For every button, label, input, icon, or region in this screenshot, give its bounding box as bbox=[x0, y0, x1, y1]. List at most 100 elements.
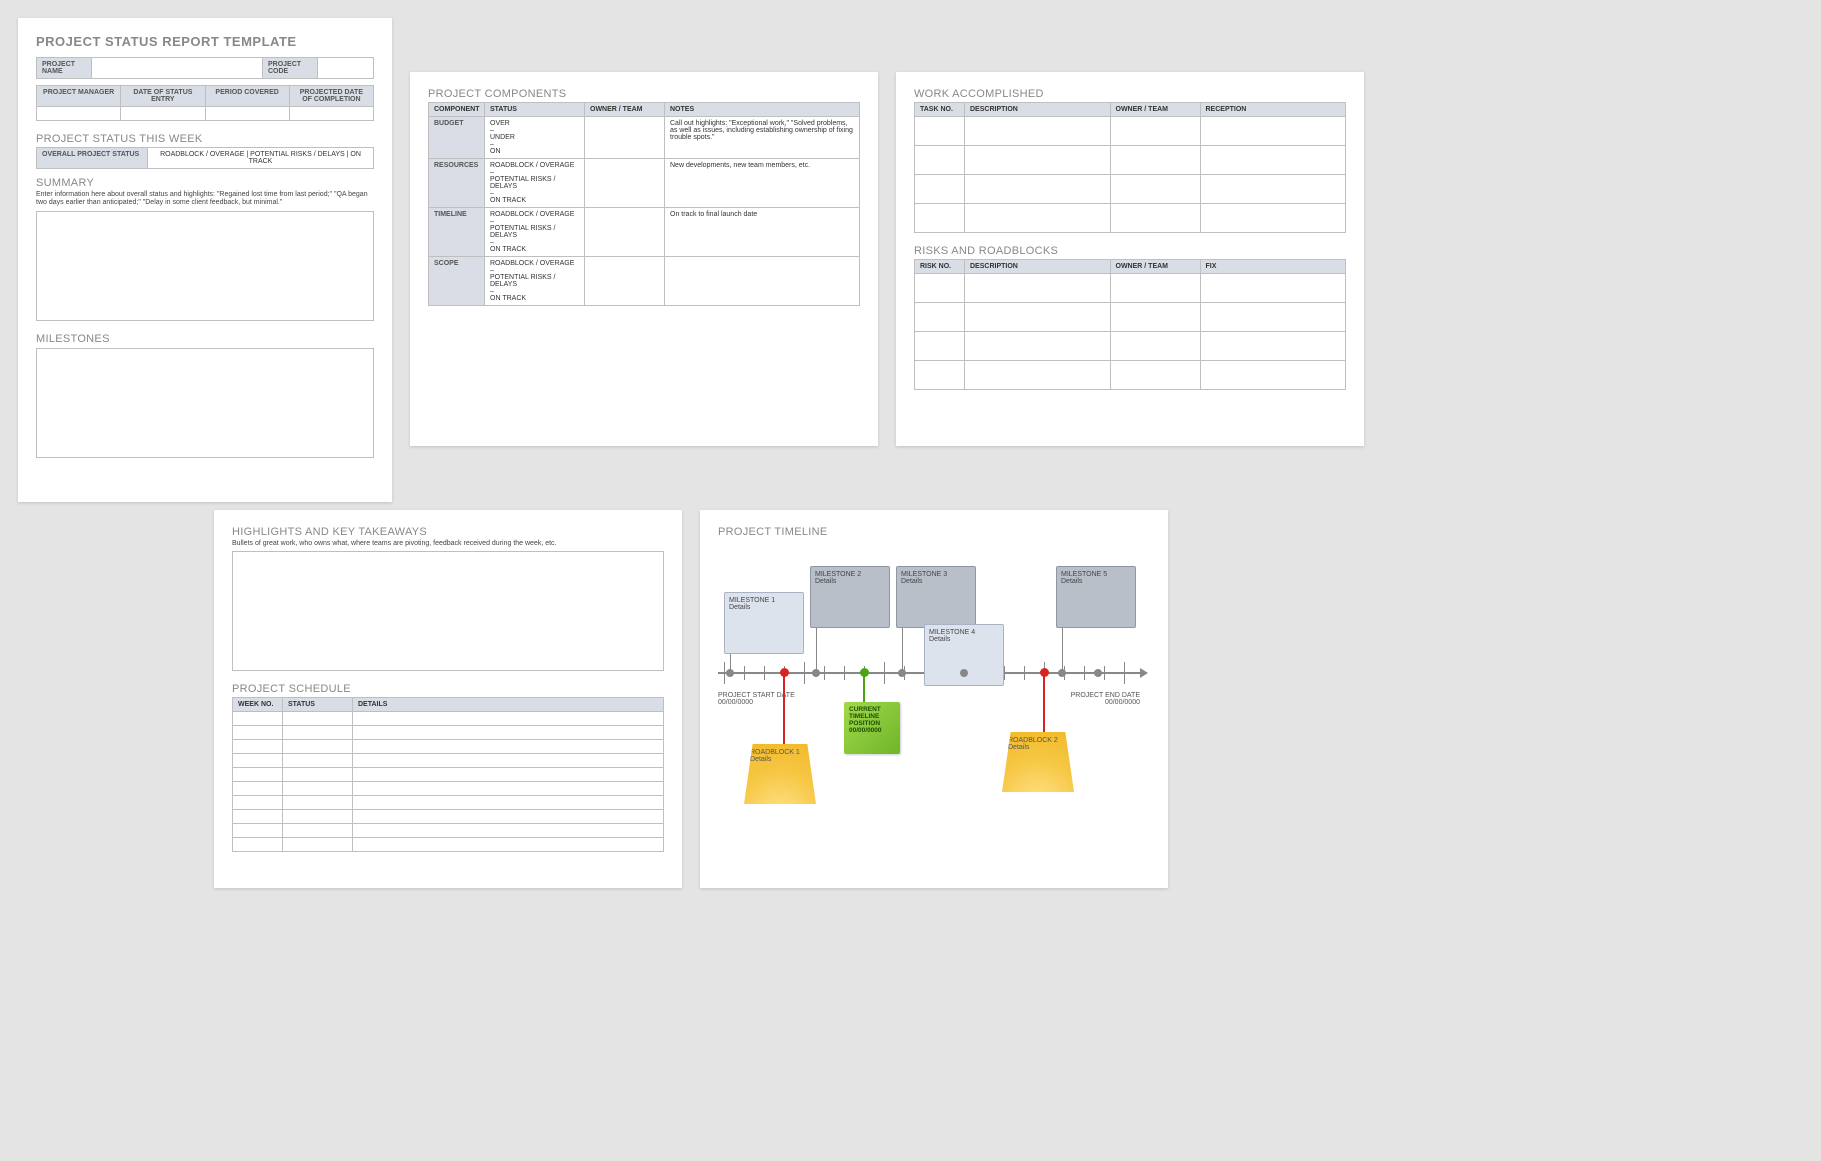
project-name-cell[interactable] bbox=[92, 58, 263, 79]
page-status-report: PROJECT STATUS REPORT TEMPLATE PROJECT N… bbox=[18, 18, 392, 502]
milestone-dot-icon bbox=[726, 669, 734, 677]
milestone-stem bbox=[816, 628, 817, 672]
projdate-cell[interactable] bbox=[289, 107, 373, 121]
milestone-box-5: MILESTONE 5 Details bbox=[1056, 566, 1136, 628]
roadblock-flag-1: ROADBLOCK 1 Details bbox=[744, 744, 816, 804]
table-row bbox=[915, 303, 1346, 332]
tick-icon bbox=[844, 666, 845, 680]
current-position-sticky: CURRENT TIMELINE POSITION 00/00/0000 bbox=[844, 702, 900, 754]
project-code-label: PROJECT CODE bbox=[263, 58, 318, 79]
projdate-header: PROJECTED DATE OF COMPLETION bbox=[289, 86, 373, 107]
period-cell[interactable] bbox=[205, 107, 289, 121]
page-highlights-schedule: HIGHLIGHTS AND KEY TAKEAWAYS Bullets of … bbox=[214, 510, 682, 888]
current-line bbox=[863, 674, 865, 704]
tick-icon bbox=[1104, 666, 1105, 680]
roadblock-line bbox=[1043, 674, 1045, 732]
table-row: SCOPE ROADBLOCK / OVERAGE – POTENTIAL RI… bbox=[429, 257, 860, 306]
table-row: RESOURCES ROADBLOCK / OVERAGE – POTENTIA… bbox=[429, 159, 860, 208]
milestones-heading: MILESTONES bbox=[36, 333, 374, 345]
summary-heading: SUMMARY bbox=[36, 177, 374, 189]
project-code-cell[interactable] bbox=[318, 58, 374, 79]
col-component: COMPONENT bbox=[429, 103, 485, 117]
milestones-box[interactable] bbox=[36, 348, 374, 458]
table-row bbox=[233, 712, 664, 726]
mgr-cell[interactable] bbox=[37, 107, 121, 121]
table-row bbox=[233, 740, 664, 754]
milestone-dot-icon bbox=[1058, 669, 1066, 677]
summary-help: Enter information here about overall sta… bbox=[36, 191, 374, 208]
table-row bbox=[233, 726, 664, 740]
highlights-box[interactable] bbox=[232, 551, 664, 671]
milestone-dot-icon bbox=[898, 669, 906, 677]
project-name-label: PROJECT NAME bbox=[37, 58, 92, 79]
table-row bbox=[233, 824, 664, 838]
table-row bbox=[915, 361, 1346, 390]
milestone-box-3: MILESTONE 3 Details bbox=[896, 566, 976, 628]
tick-icon bbox=[824, 666, 825, 680]
project-meta-table: PROJECT MANAGER DATE OF STATUS ENTRY PER… bbox=[36, 85, 374, 121]
milestone-box-1: MILESTONE 1 Details bbox=[724, 592, 804, 654]
page-work-risks: WORK ACCOMPLISHED TASK NO. DESCRIPTION O… bbox=[896, 72, 1364, 446]
table-row bbox=[233, 782, 664, 796]
summary-box[interactable] bbox=[36, 211, 374, 321]
tick-icon bbox=[1124, 662, 1125, 684]
table-row bbox=[233, 754, 664, 768]
milestone-box-2: MILESTONE 2 Details bbox=[810, 566, 890, 628]
highlights-heading: HIGHLIGHTS AND KEY TAKEAWAYS bbox=[232, 526, 664, 538]
tick-icon bbox=[884, 662, 885, 684]
roadblock-line bbox=[783, 674, 785, 744]
page-components: PROJECT COMPONENTS COMPONENT STATUS OWNE… bbox=[410, 72, 878, 446]
table-row bbox=[915, 332, 1346, 361]
components-heading: PROJECT COMPONENTS bbox=[428, 88, 860, 100]
table-row bbox=[915, 175, 1346, 204]
roadblock-flag-2: ROADBLOCK 2 Details bbox=[1002, 732, 1074, 792]
col-owner: OWNER / TEAM bbox=[585, 103, 665, 117]
table-row: TIMELINE ROADBLOCK / OVERAGE – POTENTIAL… bbox=[429, 208, 860, 257]
project-name-table: PROJECT NAME PROJECT CODE bbox=[36, 57, 374, 79]
tick-icon bbox=[804, 662, 805, 684]
risks-heading: RISKS AND ROADBLOCKS bbox=[914, 245, 1346, 257]
table-row bbox=[915, 146, 1346, 175]
col-notes: NOTES bbox=[665, 103, 860, 117]
mgr-header: PROJECT MANAGER bbox=[37, 86, 121, 107]
milestone-dot-icon bbox=[1094, 669, 1102, 677]
status-week-heading: PROJECT STATUS THIS WEEK bbox=[36, 133, 374, 145]
risks-table: RISK NO. DESCRIPTION OWNER / TEAM FIX bbox=[914, 259, 1346, 390]
table-row bbox=[233, 838, 664, 852]
tick-icon bbox=[1024, 666, 1025, 680]
table-row bbox=[915, 204, 1346, 233]
tick-icon bbox=[764, 666, 765, 680]
page-title: PROJECT STATUS REPORT TEMPLATE bbox=[36, 34, 374, 49]
work-table: TASK NO. DESCRIPTION OWNER / TEAM RECEPT… bbox=[914, 102, 1346, 233]
work-heading: WORK ACCOMPLISHED bbox=[914, 88, 1346, 100]
milestone-dot-icon bbox=[960, 669, 968, 677]
table-row bbox=[915, 117, 1346, 146]
milestone-stem bbox=[1062, 628, 1063, 672]
end-caption: PROJECT END DATE 00/00/0000 bbox=[1060, 692, 1140, 706]
entry-cell[interactable] bbox=[121, 107, 205, 121]
timeline-diagram: MILESTONE 1 Details MILESTONE 2 Details … bbox=[718, 544, 1150, 864]
page-timeline: PROJECT TIMELINE bbox=[700, 510, 1168, 888]
overall-status-label: OVERALL PROJECT STATUS bbox=[37, 148, 148, 169]
overall-status-row: OVERALL PROJECT STATUS ROADBLOCK / OVERA… bbox=[36, 147, 374, 169]
table-row bbox=[233, 768, 664, 782]
highlights-help: Bullets of great work, who owns what, wh… bbox=[232, 540, 664, 548]
tick-icon bbox=[1004, 666, 1005, 680]
milestone-dot-icon bbox=[812, 669, 820, 677]
schedule-heading: PROJECT SCHEDULE bbox=[232, 683, 664, 695]
tick-icon bbox=[744, 666, 745, 680]
table-row: BUDGET OVER – UNDER – ON Call out highli… bbox=[429, 117, 860, 159]
col-status: STATUS bbox=[485, 103, 585, 117]
timeline-heading: PROJECT TIMELINE bbox=[718, 526, 1150, 538]
status-legend: ROADBLOCK / OVERAGE | POTENTIAL RISKS / … bbox=[148, 148, 374, 169]
schedule-table: WEEK NO. STATUS DETAILS bbox=[232, 697, 664, 852]
tick-icon bbox=[724, 662, 725, 684]
tick-icon bbox=[1084, 666, 1085, 680]
components-table: COMPONENT STATUS OWNER / TEAM NOTES BUDG… bbox=[428, 102, 860, 306]
table-row bbox=[233, 796, 664, 810]
milestone-stem bbox=[902, 628, 903, 672]
entry-header: DATE OF STATUS ENTRY bbox=[121, 86, 205, 107]
table-row bbox=[233, 810, 664, 824]
start-caption: PROJECT START DATE 00/00/0000 bbox=[718, 692, 798, 706]
period-header: PERIOD COVERED bbox=[205, 86, 289, 107]
